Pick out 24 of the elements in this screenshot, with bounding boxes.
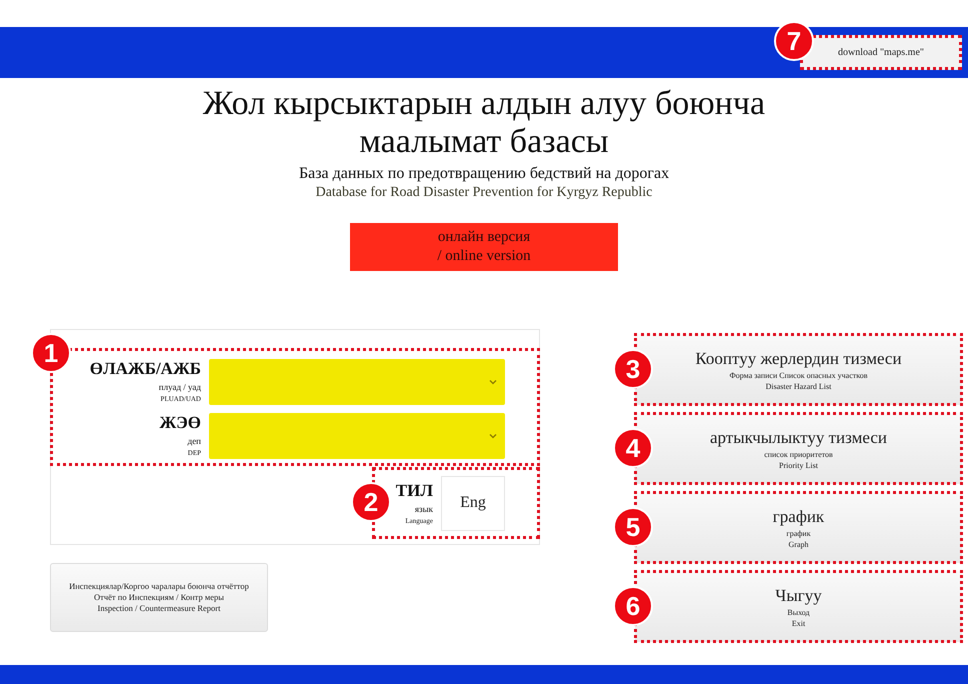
language-label: ТИЛ xyxy=(396,481,433,501)
select-field[interactable] xyxy=(209,359,505,405)
language-button[interactable]: Eng xyxy=(441,476,505,530)
report-button[interactable]: Инспекциялар/Коргоо чаралары боюнча отчёттор Отчёт по Инспекциям / Контр меры Inspection / Countermeasure Report xyxy=(50,563,268,632)
chevron-icon xyxy=(489,379,497,385)
callout-number: 3 xyxy=(613,349,653,389)
field-label: деп xyxy=(188,436,201,446)
download-button[interactable]: download "maps.me" xyxy=(800,35,962,70)
language-label: язык xyxy=(414,504,433,514)
callout-number: 4 xyxy=(613,428,653,468)
online-version-button[interactable]: онлайн версия / online version xyxy=(350,223,618,271)
callout-number: 7 xyxy=(774,21,814,61)
field-label: ӨЛАЖБ/АЖБ xyxy=(90,359,201,379)
field-label: плуад / уад xyxy=(158,382,201,392)
subtitle: База данных по предотвращению бедствий на дорогах xyxy=(298,165,670,183)
subtitle: Database for Road Disaster Prevention for Kyrgyz Republic xyxy=(314,185,654,201)
callout-number: 5 xyxy=(613,507,653,547)
page-title: Жол кырсыктарын алдын алуу боюнча маалымат базасы xyxy=(202,85,766,161)
chevron-icon xyxy=(489,433,497,439)
callout-number: 1 xyxy=(31,333,71,373)
field-label: ЖЭӨ xyxy=(159,413,201,433)
select-field[interactable] xyxy=(209,413,505,459)
callout-number: 2 xyxy=(351,482,391,522)
callout-number: 6 xyxy=(613,586,653,626)
